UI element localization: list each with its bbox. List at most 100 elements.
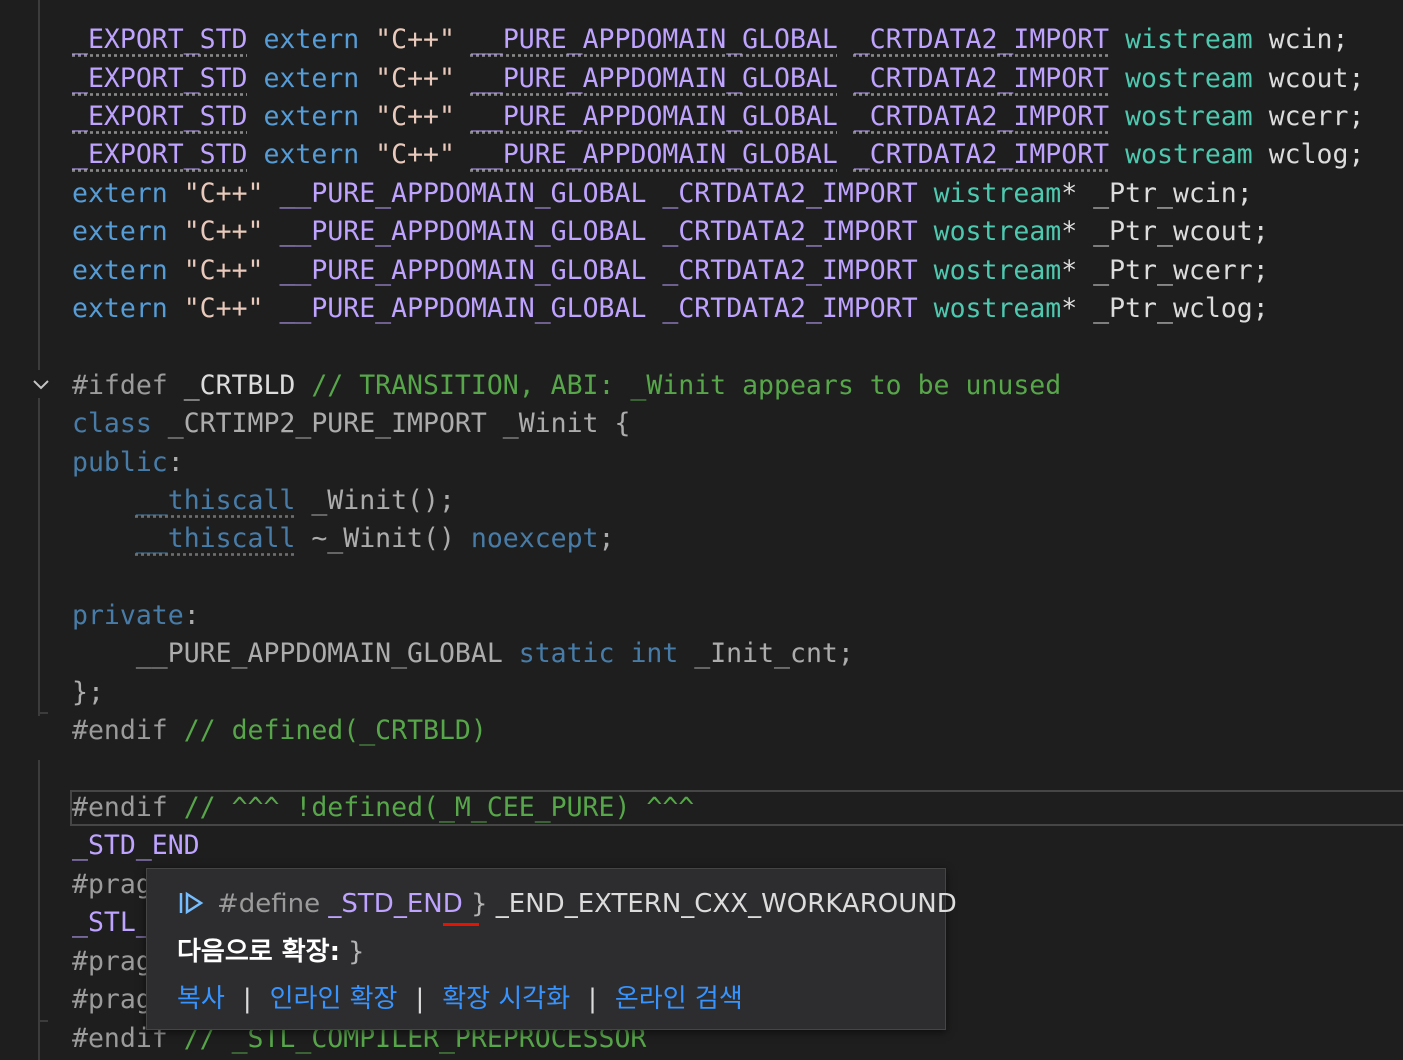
code-token: wcout; <box>1252 63 1365 94</box>
code-token: _CRTDATA2_IMPORT <box>662 216 918 247</box>
code-editor[interactable]: _EXPORT_STD extern "C++" __PURE_APPDOMAI… <box>0 0 1403 1060</box>
fold-end-marker <box>38 712 48 714</box>
code-token: _CRTDATA2_IMPORT <box>853 101 1110 132</box>
code-token: ; <box>598 523 615 554</box>
error-squiggle <box>443 923 479 926</box>
code-token: * _Ptr_wcout; <box>1061 216 1269 247</box>
code-token: ~_Winit() <box>295 523 471 554</box>
code-token: extern <box>72 178 168 209</box>
code-token: _CRTDATA2_IMPORT <box>662 293 918 324</box>
code-token: #endif <box>72 715 168 746</box>
fold-guide <box>38 398 40 716</box>
code-token: extern <box>263 101 360 132</box>
copy-link[interactable]: 복사 <box>177 984 225 1014</box>
code-token: "C++" <box>375 24 455 55</box>
expands-to-row: 다음으로 확장:} <box>177 935 365 969</box>
code-line[interactable]: #endif // ^^^ !defined(_M_CEE_PURE) ^^^ <box>72 789 694 827</box>
code-token: : <box>183 600 200 631</box>
code-token: _STD_END <box>72 830 200 861</box>
code-line[interactable]: __thiscall _Winit(); <box>72 482 455 520</box>
code-token: _CRTDATA2_IMPORT <box>662 178 918 209</box>
macro-definition-value: _END_EXTERN_CXX_WORKAROUND <box>495 889 957 919</box>
code-line[interactable]: _EXPORT_STD extern "C++" __PURE_APPDOMAI… <box>72 98 1364 136</box>
code-line[interactable]: #prag <box>72 866 152 904</box>
expands-label: 다음으로 확장: <box>177 937 340 967</box>
code-token: __PURE_APPDOMAIN_GLOBAL <box>470 139 838 170</box>
code-line[interactable]: #endif // defined(_CRTBLD) <box>72 712 487 750</box>
code-token: extern <box>263 63 360 94</box>
code-token: __thiscall <box>135 485 296 516</box>
code-line[interactable]: _STL_ <box>72 904 152 942</box>
code-token: * _Ptr_wclog; <box>1061 293 1269 324</box>
code-token: _CRTBLD <box>167 370 312 401</box>
code-line[interactable]: _STD_END <box>72 827 200 865</box>
expand-inline-link[interactable]: 인라인 확장 <box>270 984 398 1014</box>
quick-info-tooltip: #define _STD_END } _END_EXTERN_CXX_WORKA… <box>146 868 957 1030</box>
code-line[interactable]: private: <box>72 597 200 635</box>
code-line[interactable]: __PURE_APPDOMAIN_GLOBAL static int _Init… <box>72 635 854 673</box>
code-token: extern <box>72 255 168 286</box>
separator: | <box>415 984 425 1014</box>
code-token: wostream <box>1125 139 1253 170</box>
code-line[interactable]: extern "C++" __PURE_APPDOMAIN_GLOBAL _CR… <box>72 290 1269 328</box>
code-line[interactable]: _EXPORT_STD extern "C++" __PURE_APPDOMAI… <box>72 136 1364 174</box>
chevron-down-icon[interactable] <box>29 374 53 398</box>
separator: | <box>588 984 597 1014</box>
code-token: _CRTDATA2_IMPORT <box>853 63 1110 94</box>
code-token: class <box>72 408 152 439</box>
code-token: __PURE_APPDOMAIN_GLOBAL <box>279 178 647 209</box>
code-token: _Init_cnt; <box>678 638 854 669</box>
code-line[interactable]: _EXPORT_STD extern "C++" __PURE_APPDOMAI… <box>72 60 1364 98</box>
visualize-expansion-link[interactable]: 확장 시각화 <box>442 984 570 1014</box>
code-line[interactable]: extern "C++" __PURE_APPDOMAIN_GLOBAL _CR… <box>72 213 1269 251</box>
code-token: __PURE_APPDOMAIN_GLOBAL <box>470 63 838 94</box>
code-line[interactable]: public: <box>72 444 184 482</box>
code-token: _EXPORT_STD <box>72 63 248 94</box>
code-token: "C++" <box>183 293 264 324</box>
code-token: extern <box>72 216 168 247</box>
code-token: _Winit(); <box>295 485 455 516</box>
code-line[interactable]: }; <box>72 674 104 712</box>
code-token: #endif <box>72 792 168 823</box>
code-token: // TRANSITION, ABI: _Winit appears to be… <box>311 370 1062 401</box>
code-token: _EXPORT_STD <box>72 24 248 55</box>
code-token: _CRTDATA2_IMPORT <box>662 255 918 286</box>
code-token: #prag <box>72 869 152 900</box>
code-line[interactable]: class _CRTIMP2_PURE_IMPORT _Winit { <box>72 405 630 443</box>
define-keyword: #define <box>217 889 321 919</box>
code-token: // defined(_CRTBLD) <box>183 715 487 746</box>
code-line[interactable]: _EXPORT_STD extern "C++" __PURE_APPDOMAI… <box>72 21 1348 59</box>
code-line[interactable]: #ifdef _CRTBLD // TRANSITION, ABI: _Wini… <box>72 367 1061 405</box>
code-line[interactable]: #prag <box>72 981 152 1019</box>
code-token: wistream <box>1125 24 1253 55</box>
code-line[interactable]: extern "C++" __PURE_APPDOMAIN_GLOBAL _CR… <box>72 175 1253 213</box>
code-token: wistream <box>933 178 1062 209</box>
code-token: #prag <box>72 984 152 1015</box>
code-line[interactable]: extern "C++" __PURE_APPDOMAIN_GLOBAL _CR… <box>72 252 1269 290</box>
code-token: public <box>72 447 168 478</box>
search-online-link[interactable]: 온라인 검색 <box>615 984 743 1014</box>
code-token: _EXPORT_STD <box>72 139 248 170</box>
code-line[interactable]: #prag <box>72 943 152 981</box>
code-line[interactable]: __thiscall ~_Winit() noexcept; <box>72 520 615 558</box>
